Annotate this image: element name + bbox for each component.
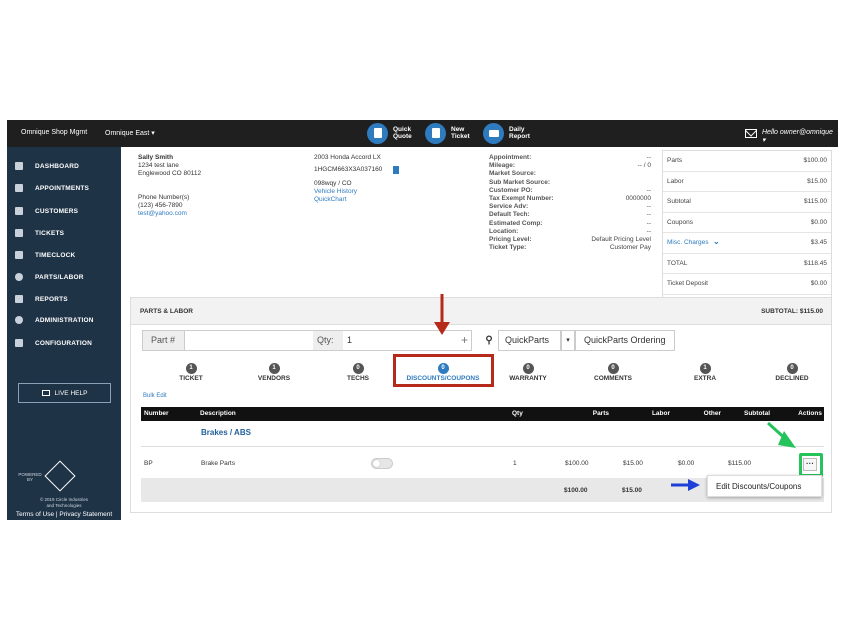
detail-label: Service Adv: — [489, 203, 529, 211]
detail-label: Pricing Level: — [489, 236, 532, 243]
user-menu[interactable]: Hello owner@omnique ▾ — [762, 129, 838, 144]
sidebar: DASHBOARD APPOINTMENTS CUSTOMERS TICKETS… — [7, 147, 121, 520]
sidebar-item-tickets[interactable]: TICKETS — [7, 223, 121, 243]
detail-value: Default Pricing Level — [591, 236, 651, 243]
calculator-icon — [367, 122, 388, 144]
vehicle-vin: 1HGCM663X3A037160 — [314, 166, 383, 173]
vehicle-plate: 098wqy / CO — [314, 180, 352, 187]
ticket-icon — [15, 229, 23, 237]
cog-icon — [15, 316, 23, 324]
totals-row: Parts $100.00 — [663, 151, 831, 172]
detail-label: Mileage: — [489, 162, 516, 170]
vehicle-history-link[interactable]: Vehicle History — [314, 188, 357, 196]
detail-label: Estimated Comp: — [489, 219, 543, 227]
totals-value: $0.00 — [810, 218, 827, 226]
detail-label: Location: — [489, 227, 519, 235]
detail-label: Sub Market Source: — [489, 178, 551, 186]
totals-row: Subtotal $115.00 — [663, 192, 831, 213]
copy-icon[interactable] — [393, 166, 399, 174]
top-bar: Omnique Shop Mgmt Omnique East ▾ Quick Qu… — [7, 120, 838, 147]
vehicle-name[interactable]: 2003 Honda Accord LX — [314, 154, 381, 162]
blue-arrow — [671, 479, 700, 491]
customer-address1: 1234 test lane — [138, 162, 179, 169]
totals-row: Coupons $0.00 — [663, 213, 831, 233]
detail-value: -- — [646, 227, 651, 235]
sidebar-item-reports[interactable]: REPORTS — [7, 289, 121, 309]
new-ticket-button[interactable]: New Ticket — [425, 122, 470, 144]
customer-name[interactable]: Sally Smith — [138, 154, 173, 162]
report-icon — [483, 122, 504, 144]
circle-logo — [44, 460, 76, 492]
quickchart-link[interactable]: QuickChart — [314, 196, 347, 204]
terms-links[interactable]: Terms of Use | Privacy Statement — [7, 511, 121, 518]
chevron-down-icon[interactable]: ⌄ — [713, 237, 720, 246]
detail-value: -- — [646, 154, 651, 161]
totals-label: Misc. Charges — [667, 239, 709, 246]
person-icon — [15, 207, 23, 215]
powered-by: POWERED BY — [18, 472, 42, 482]
mail-icon[interactable] — [745, 129, 757, 138]
sidebar-item-parts-labor[interactable]: PARTS/LABOR — [7, 267, 121, 287]
dashboard-icon — [15, 162, 23, 170]
calendar-icon — [15, 184, 23, 192]
green-arrow — [766, 421, 796, 448]
live-help-button[interactable]: LIVE HELP — [18, 383, 111, 403]
detail-value: -- — [646, 186, 651, 194]
gear-icon — [15, 273, 23, 281]
detail-label: Ticket Type: — [489, 244, 527, 252]
annotation-arrows — [434, 294, 796, 491]
parts-labor-panel: PARTS & LABOR SUBTOTAL: $115.00 Part # Q… — [130, 294, 832, 513]
customer-email[interactable]: test@yahoo.com — [138, 210, 187, 218]
app-window: Omnique Shop Mgmt Omnique East ▾ Quick Qu… — [7, 120, 838, 520]
totals-value: $3.45 — [810, 239, 827, 246]
location-dropdown[interactable]: Omnique East ▾ — [105, 129, 155, 137]
totals-label: Ticket Deposit — [667, 280, 708, 287]
totals-value: $115.00 — [803, 198, 827, 205]
totals-panel: Parts $100.00 Labor $15.00 Subtotal $115.00 Co… — [662, 150, 832, 316]
totals-label: Subtotal — [667, 198, 691, 205]
phone-label: Phone Number(s) — [138, 194, 190, 201]
totals-value: $118.45 — [803, 259, 827, 267]
totals-label: TOTAL — [667, 259, 688, 267]
totals-value: $15.00 — [807, 177, 827, 185]
detail-value: 0000000 — [625, 195, 651, 202]
detail-label: Tax Exempt Number: — [489, 195, 554, 202]
sidebar-item-customers[interactable]: CUSTOMERS — [7, 201, 121, 221]
detail-value: Customer Pay — [609, 244, 651, 252]
chat-icon — [41, 390, 50, 396]
totals-row[interactable]: Misc. Charges ⌄ $3.45 — [663, 233, 831, 254]
sidebar-item-dashboard[interactable]: DASHBOARD — [7, 156, 121, 176]
detail-label: Customer PO: — [489, 186, 533, 194]
quick-quote-button[interactable]: Quick Quote — [367, 122, 412, 144]
totals-value: $100.00 — [803, 157, 828, 164]
sidebar-item-configuration[interactable]: CONFIGURATION — [7, 333, 121, 353]
detail-value: -- — [646, 203, 651, 211]
sidebar-item-appointments[interactable]: APPOINTMENTS — [7, 178, 121, 198]
detail-label: Default Tech: — [489, 211, 530, 219]
sidebar-item-timeclock[interactable]: TIMECLOCK — [7, 245, 121, 265]
totals-row: Labor $15.00 — [663, 172, 831, 192]
detail-value: -- / 0 — [637, 162, 651, 170]
daily-report-button[interactable]: Daily Report — [483, 122, 530, 144]
customer-phone: (123) 456-7890 — [138, 202, 183, 209]
sidebar-item-administration[interactable]: ADMINISTRATION — [7, 310, 121, 330]
copyright: © 2019 Circle Industries and Technologies — [39, 497, 89, 508]
document-icon — [425, 122, 446, 144]
detail-value: -- — [646, 211, 651, 219]
chart-icon — [15, 295, 23, 303]
app-name[interactable]: Omnique Shop Mgmt — [21, 129, 87, 136]
totals-row: Ticket Deposit $0.00 — [663, 274, 831, 295]
totals-row: TOTAL $118.45 — [663, 254, 831, 274]
clock-icon — [15, 251, 23, 259]
totals-label: Parts — [667, 157, 683, 164]
totals-value: $0.00 — [810, 280, 827, 287]
tools-icon — [15, 339, 23, 347]
red-arrow — [434, 294, 450, 335]
customer-address2: Englewood CO 80112 — [138, 170, 202, 177]
detail-label: Market Source: — [489, 170, 536, 178]
totals-label: Coupons — [667, 218, 694, 226]
detail-value: -- — [646, 219, 651, 227]
totals-label: Labor — [667, 177, 684, 185]
detail-label: Appointment: — [489, 154, 532, 161]
